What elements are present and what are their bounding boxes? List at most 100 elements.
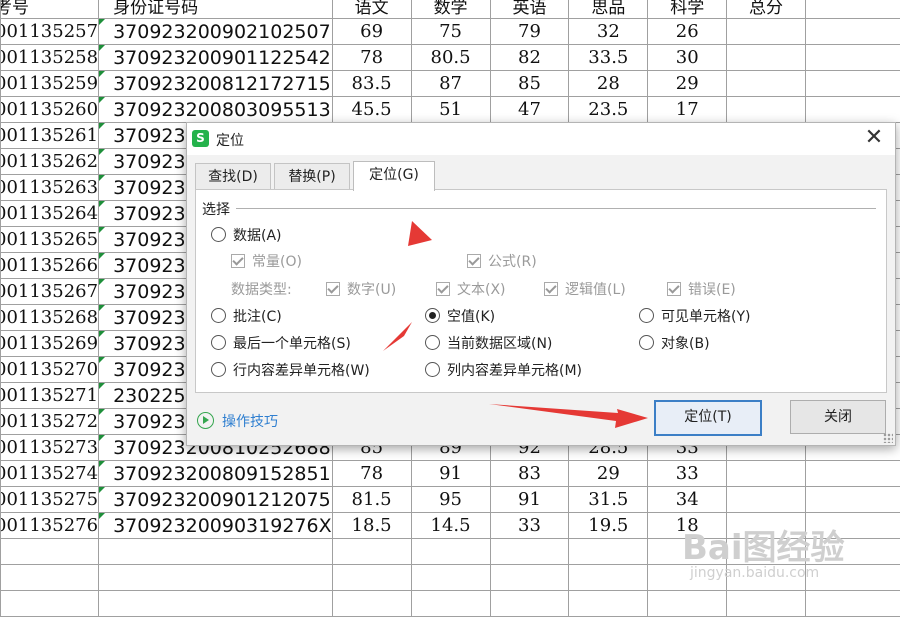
table-cell[interactable]: 001135275 <box>1 487 99 513</box>
table-cell[interactable] <box>727 19 806 45</box>
table-cell[interactable] <box>332 539 411 565</box>
checkbox-text[interactable]: 文本(X) <box>436 280 506 300</box>
table-cell[interactable]: 83 <box>490 461 569 487</box>
column-header[interactable]: 英语 <box>490 0 569 19</box>
table-cell[interactable] <box>332 591 411 617</box>
table-cell[interactable]: 82 <box>490 45 569 71</box>
table-cell[interactable]: 370923200901212075 <box>99 487 333 513</box>
table-cell[interactable]: 001135258 <box>1 45 99 71</box>
table-cell[interactable] <box>490 591 569 617</box>
column-header[interactable]: 语文 <box>332 0 411 19</box>
table-cell[interactable]: 83.5 <box>332 71 411 97</box>
radio-row-differences[interactable]: 行内容差异单元格(W) <box>211 361 370 381</box>
table-cell[interactable]: 001135264 <box>1 201 99 227</box>
table-cell[interactable] <box>727 71 806 97</box>
column-header[interactable]: 考号 <box>1 0 99 19</box>
resize-grip-icon[interactable] <box>883 433 893 443</box>
table-cell[interactable] <box>805 19 900 45</box>
radio-column-differences[interactable]: 列内容差异单元格(M) <box>425 361 582 381</box>
table-cell[interactable] <box>411 565 490 591</box>
table-cell[interactable]: 81.5 <box>332 487 411 513</box>
tips-link[interactable]: 操作技巧 <box>197 411 278 431</box>
table-cell[interactable]: 80.5 <box>411 45 490 71</box>
table-cell[interactable] <box>805 591 900 617</box>
table-cell[interactable] <box>99 565 333 591</box>
table-cell[interactable]: 18.5 <box>332 513 411 539</box>
table-cell[interactable]: 370923200812172715 <box>99 71 333 97</box>
checkbox-number[interactable]: 数字(U) <box>326 280 396 300</box>
table-cell[interactable] <box>648 591 727 617</box>
tab-replace[interactable]: 替换(P) <box>274 163 350 190</box>
radio-current-region[interactable]: 当前数据区域(N) <box>425 334 552 354</box>
table-cell[interactable]: 001135259 <box>1 71 99 97</box>
table-cell[interactable] <box>805 461 900 487</box>
table-cell[interactable]: 370923200809152851 <box>99 461 333 487</box>
table-cell[interactable]: 001135276 <box>1 513 99 539</box>
locate-button[interactable]: 定位(T) <box>654 400 762 436</box>
table-cell[interactable]: 001135257 <box>1 19 99 45</box>
table-cell[interactable]: 45.5 <box>332 97 411 123</box>
table-cell[interactable]: 29 <box>648 71 727 97</box>
table-cell[interactable]: 29 <box>569 461 648 487</box>
table-cell[interactable]: 001135274 <box>1 461 99 487</box>
table-cell[interactable] <box>569 591 648 617</box>
table-cell[interactable] <box>411 539 490 565</box>
column-header[interactable]: 总分 <box>727 0 806 19</box>
table-cell[interactable] <box>727 97 806 123</box>
close-button[interactable]: 关闭 <box>790 400 886 434</box>
close-icon[interactable]: ✕ <box>861 126 887 152</box>
table-cell[interactable] <box>99 539 333 565</box>
table-cell[interactable] <box>1 539 99 565</box>
table-cell[interactable] <box>727 461 806 487</box>
table-cell[interactable]: 23.5 <box>569 97 648 123</box>
checkbox-error[interactable]: 错误(E) <box>667 280 736 300</box>
table-cell[interactable]: 14.5 <box>411 513 490 539</box>
radio-blank[interactable]: 空值(K) <box>425 307 495 327</box>
radio-data[interactable]: 数据(A) <box>211 226 282 246</box>
table-cell[interactable]: 001135272 <box>1 409 99 435</box>
table-cell[interactable]: 370923200803095513 <box>99 97 333 123</box>
table-cell[interactable] <box>805 97 900 123</box>
table-cell[interactable]: 17 <box>648 97 727 123</box>
radio-last-cell[interactable]: 最后一个单元格(S) <box>211 334 351 354</box>
table-cell[interactable]: 001135261 <box>1 123 99 149</box>
table-cell[interactable]: 001135271 <box>1 383 99 409</box>
table-cell[interactable] <box>490 539 569 565</box>
table-cell[interactable] <box>727 487 806 513</box>
table-cell[interactable]: 001135268 <box>1 305 99 331</box>
table-cell[interactable]: 001135265 <box>1 227 99 253</box>
table-cell[interactable] <box>805 487 900 513</box>
table-cell[interactable]: 87 <box>411 71 490 97</box>
tab-goto[interactable]: 定位(G) <box>353 161 435 191</box>
table-cell[interactable]: 001135262 <box>1 149 99 175</box>
table-cell[interactable]: 370923200902102507 <box>99 19 333 45</box>
radio-comment[interactable]: 批注(C) <box>211 307 282 327</box>
table-cell[interactable] <box>99 591 333 617</box>
table-cell[interactable] <box>569 565 648 591</box>
table-cell[interactable]: 75 <box>411 19 490 45</box>
table-cell[interactable] <box>805 0 900 19</box>
table-cell[interactable]: 370923200901122542 <box>99 45 333 71</box>
radio-object[interactable]: 对象(B) <box>639 334 710 354</box>
table-cell[interactable] <box>332 565 411 591</box>
table-cell[interactable] <box>727 45 806 71</box>
table-cell[interactable]: 001135273 <box>1 435 99 461</box>
table-cell[interactable] <box>490 565 569 591</box>
table-cell[interactable]: 47 <box>490 97 569 123</box>
tab-find[interactable]: 查找(D) <box>195 163 271 190</box>
table-cell[interactable] <box>569 539 648 565</box>
table-cell[interactable] <box>805 71 900 97</box>
table-cell[interactable] <box>411 591 490 617</box>
table-cell[interactable]: 19.5 <box>569 513 648 539</box>
table-cell[interactable]: 28 <box>569 71 648 97</box>
table-cell[interactable] <box>1 565 99 591</box>
column-header[interactable]: 科学 <box>648 0 727 19</box>
table-cell[interactable]: 69 <box>332 19 411 45</box>
table-cell[interactable] <box>805 45 900 71</box>
table-cell[interactable]: 26 <box>648 19 727 45</box>
checkbox-constant[interactable]: 常量(O) <box>231 252 302 272</box>
table-cell[interactable]: 85 <box>490 71 569 97</box>
table-cell[interactable]: 78 <box>332 45 411 71</box>
table-cell[interactable]: 001135267 <box>1 279 99 305</box>
table-cell[interactable]: 91 <box>490 487 569 513</box>
